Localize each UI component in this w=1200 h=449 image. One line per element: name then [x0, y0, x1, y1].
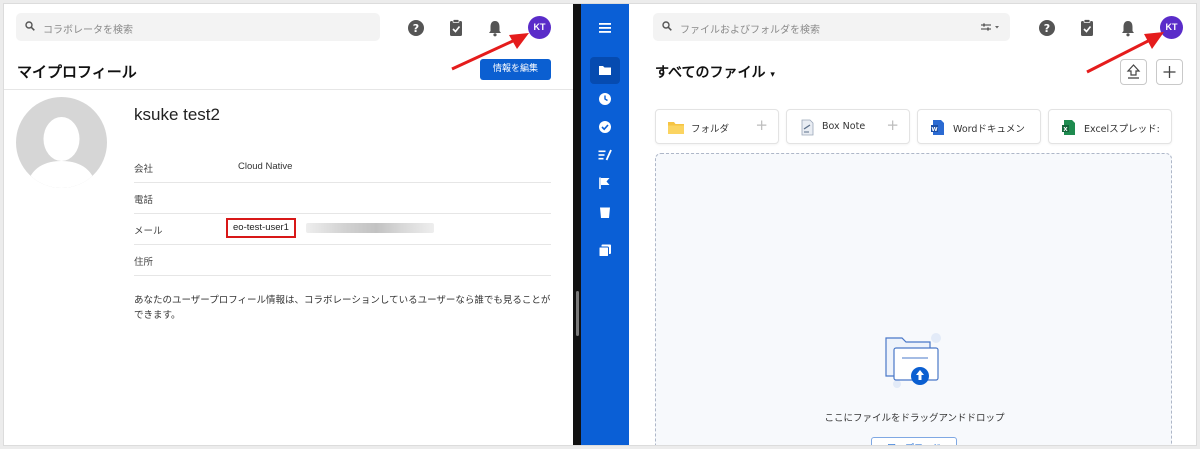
user-name: ksuke test2	[134, 105, 220, 124]
clock-icon[interactable]	[597, 91, 613, 107]
field-row-company: 会社 Cloud Native	[134, 152, 551, 183]
field-label: 会社	[134, 164, 154, 175]
card-label: Box Note	[822, 121, 866, 132]
all-files-title-text: すべてのファイル	[655, 65, 766, 81]
screenshot-frame: コラボレータを検索 ? KT マイプロフィール 情報を編集 ksuke test…	[3, 3, 1197, 446]
profile-visibility-note: あなたのユーザープロフィール情報は、コラボレーションしているユーザーなら誰でも見…	[134, 295, 551, 321]
profile-pane: コラボレータを検索 ? KT マイプロフィール 情報を編集 ksuke test…	[4, 4, 573, 445]
field-row-address: 住所	[134, 245, 551, 276]
drop-zone-text: ここにファイルをドラッグアンドドロップ	[824, 413, 1005, 424]
split-view-handle[interactable]	[576, 291, 579, 336]
folder-icon	[668, 122, 684, 134]
svg-text:?: ?	[413, 22, 419, 35]
new-word-document-card[interactable]: W Wordドキュメン	[917, 109, 1041, 144]
company-value: Cloud Native	[238, 161, 293, 172]
trash-icon[interactable]	[597, 204, 613, 220]
all-files-title[interactable]: すべてのファイル ▾	[655, 62, 775, 82]
drop-files-illustration-icon	[885, 333, 941, 388]
copy-icon[interactable]	[597, 242, 613, 258]
split-view-divider[interactable]	[573, 4, 581, 445]
edit-info-button[interactable]: 情報を編集	[480, 59, 551, 80]
menu-icon[interactable]	[597, 20, 613, 36]
field-label: 電話	[134, 195, 154, 206]
field-label: メール	[134, 226, 163, 237]
word-icon: W	[931, 120, 944, 135]
new-item-button[interactable]	[1156, 59, 1183, 85]
search-placeholder: ファイルおよびフォルダを検索	[680, 25, 820, 36]
file-drop-zone[interactable]: ここにファイルをドラッグアンドドロップ アップロード	[655, 153, 1172, 445]
blurred-email-domain	[306, 223, 434, 233]
page-title: マイプロフィール	[17, 63, 137, 81]
collaborator-search-input[interactable]: コラボレータを検索	[16, 13, 380, 41]
help-icon[interactable]: ?	[405, 17, 427, 39]
flag-icon[interactable]	[597, 175, 613, 191]
card-label: フォルダ	[691, 124, 730, 135]
search-placeholder: コラボレータを検索	[43, 25, 133, 36]
chevron-down-icon: ▾	[770, 70, 775, 80]
filter-options-icon[interactable]	[980, 22, 1000, 32]
search-icon	[662, 21, 672, 31]
box-note-icon	[801, 119, 814, 136]
field-row-phone: 電話	[134, 183, 551, 214]
file-search-input[interactable]: ファイルおよびフォルダを検索	[653, 13, 1010, 41]
field-label: 住所	[134, 257, 154, 268]
new-excel-spreadsheet-card[interactable]: X Excelスプレッド:	[1048, 109, 1172, 144]
card-label: Wordドキュメン	[953, 124, 1025, 135]
help-icon[interactable]: ?	[1036, 17, 1058, 39]
card-label: Excelスプレッド:	[1084, 124, 1160, 135]
plus-icon	[1163, 66, 1176, 78]
tasks-icon[interactable]	[597, 147, 613, 163]
profile-picture[interactable]	[16, 97, 107, 188]
upload-files-button[interactable]: アップロード	[871, 437, 957, 445]
folder-icon[interactable]	[597, 62, 613, 78]
new-box-note-card[interactable]: Box Note +	[786, 109, 910, 144]
check-circle-icon[interactable]	[597, 119, 613, 135]
new-folder-card[interactable]: フォルダ +	[655, 109, 779, 144]
svg-text:?: ?	[1044, 22, 1050, 35]
search-icon	[25, 21, 35, 31]
default-avatar-icon	[26, 117, 97, 188]
excel-icon: X	[1062, 120, 1075, 135]
plus-icon: +	[755, 116, 768, 134]
nav-sidebar	[581, 4, 629, 445]
plus-icon: +	[886, 116, 899, 134]
email-value-highlighted: eo-test-user1	[226, 218, 296, 238]
header-divider	[4, 89, 573, 90]
upload-button[interactable]	[1120, 59, 1147, 85]
field-row-email: メール eo-test-user1	[134, 214, 551, 245]
files-pane: ファイルおよびフォルダを検索 ? KT すべてのファイル ▾ フォルダ + Bo…	[629, 4, 1196, 445]
upload-icon	[1126, 64, 1141, 79]
svg-text:W: W	[931, 127, 937, 133]
